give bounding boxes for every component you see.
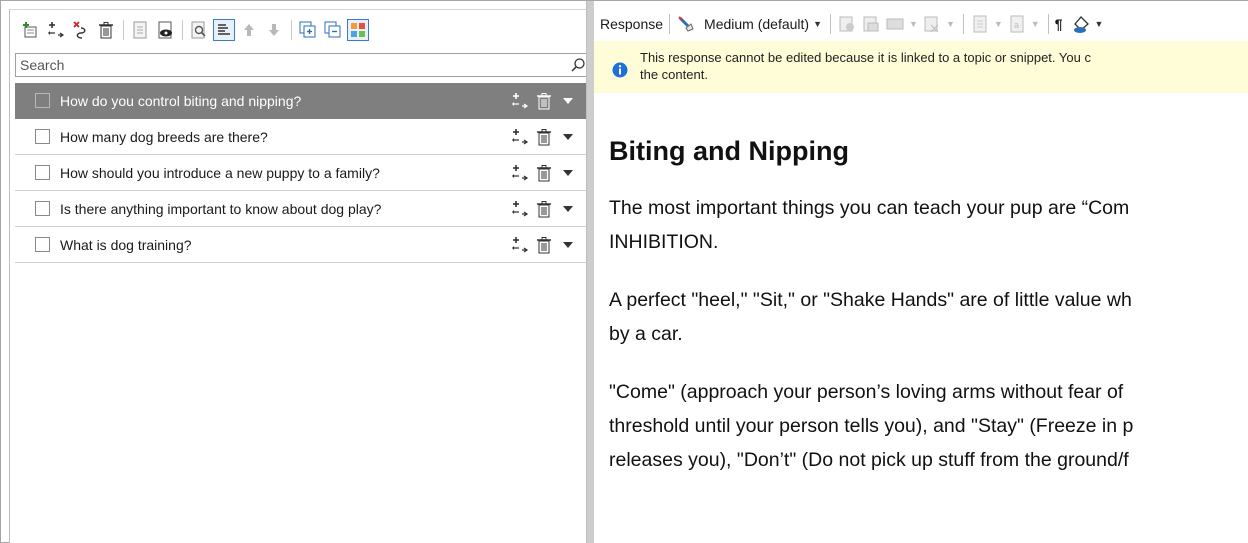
link-response-icon[interactable]: [510, 199, 530, 219]
style-dropdown-icon[interactable]: ▼: [813, 19, 822, 29]
question-checkbox[interactable]: [35, 165, 50, 180]
notice-text-line: This response cannot be edited because i…: [640, 50, 1091, 65]
toolbar-separator: [830, 14, 832, 34]
paragraph-line: "Come" (approach your person’s loving ar…: [609, 381, 1124, 403]
response-label: Response: [600, 16, 664, 32]
link-response-icon[interactable]: [510, 235, 530, 255]
insert-snippet-icon[interactable]: [861, 14, 881, 34]
link-response-icon[interactable]: [510, 127, 530, 147]
highlight-icon[interactable]: [1071, 14, 1091, 34]
document-dropdown-icon[interactable]: ▼: [994, 19, 1003, 29]
expand-all-icon[interactable]: [297, 19, 319, 41]
dropdown-arrow-icon[interactable]: [558, 199, 578, 219]
style-select[interactable]: Medium (default): [704, 16, 809, 32]
question-checkbox[interactable]: [35, 237, 50, 252]
dropdown-arrow-icon[interactable]: [558, 127, 578, 147]
search-input[interactable]: [16, 55, 567, 75]
question-text: How many dog breeds are there?: [60, 128, 268, 145]
dropdown-arrow-icon[interactable]: [558, 163, 578, 183]
document-icon[interactable]: [129, 19, 151, 41]
toolbar-separator: [1047, 14, 1049, 34]
response-content: Biting and Nipping The most important th…: [609, 136, 1248, 501]
question-row[interactable]: How many dog breeds are there?: [15, 119, 590, 155]
delete-icon[interactable]: [534, 91, 554, 111]
svg-text:a: a: [1014, 20, 1019, 30]
delete-icon[interactable]: [534, 235, 554, 255]
link-response-icon[interactable]: [510, 91, 530, 111]
read-only-notice: This response cannot be edited because i…: [594, 41, 1248, 93]
delete-icon[interactable]: [534, 199, 554, 219]
question-checkbox[interactable]: [35, 129, 50, 144]
question-text: Is there anything important to know abou…: [60, 200, 382, 217]
insert-image-icon[interactable]: [837, 14, 857, 34]
editor-toolbar: Response Medium (default) ▼ ▼ ▼ ▼ a ▼ ¶ …: [594, 9, 1248, 39]
question-checkbox[interactable]: [35, 93, 50, 108]
paragraph-line: INHIBITION.: [609, 231, 719, 253]
question-row[interactable]: How do you control biting and nipping?: [15, 83, 590, 119]
insert-table-icon[interactable]: [922, 14, 942, 34]
delete-icon[interactable]: [534, 127, 554, 147]
response-paragraph: The most important things you can teach …: [609, 191, 1248, 259]
table-dropdown-icon[interactable]: ▼: [946, 19, 955, 29]
app-window: How do you control biting and nipping? H…: [0, 0, 1248, 543]
notice-text-line: the content.: [640, 67, 708, 82]
add-response-icon[interactable]: [45, 19, 67, 41]
paragraph-line: by a car.: [609, 323, 683, 345]
toolbar-separator: [123, 20, 124, 40]
response-paragraph: A perfect "heel," "Sit," or "Shake Hands…: [609, 283, 1248, 351]
toolbar-separator: [182, 20, 183, 40]
pane-splitter[interactable]: [586, 1, 594, 543]
link-response-icon[interactable]: [510, 163, 530, 183]
collapse-all-icon[interactable]: [322, 19, 344, 41]
delete-icon[interactable]: [534, 163, 554, 183]
insert-document-icon[interactable]: [970, 14, 990, 34]
field-dropdown-icon[interactable]: ▼: [1031, 19, 1040, 29]
remove-link-icon[interactable]: [70, 19, 92, 41]
paragraph-line: threshold until your person tells you), …: [609, 415, 1134, 437]
question-text: How do you control biting and nipping?: [60, 92, 302, 109]
dropdown-arrow-icon[interactable]: [558, 91, 578, 111]
paragraph-line: The most important things you can teach …: [609, 197, 1130, 219]
toolbar-separator: [291, 20, 292, 40]
response-pane: Response Medium (default) ▼ ▼ ▼ ▼ a ▼ ¶ …: [594, 1, 1248, 543]
response-heading: Biting and Nipping: [609, 136, 849, 166]
question-text: What is dog training?: [60, 236, 192, 253]
delete-icon[interactable]: [95, 19, 117, 41]
preview-icon[interactable]: [154, 19, 176, 41]
media-dropdown-icon[interactable]: ▼: [909, 19, 918, 29]
question-checkbox[interactable]: [35, 201, 50, 216]
question-row[interactable]: How should you introduce a new puppy to …: [15, 155, 590, 191]
questions-pane: How do you control biting and nipping? H…: [9, 9, 590, 543]
add-topic-icon[interactable]: [20, 19, 42, 41]
question-row[interactable]: Is there anything important to know abou…: [15, 191, 590, 227]
highlight-dropdown-icon[interactable]: ▼: [1095, 19, 1104, 29]
align-icon[interactable]: [213, 19, 235, 41]
left-toolbar: [10, 10, 588, 50]
toolbar-separator: [962, 14, 964, 34]
paragraph-line: releases you), "Don’t" (Do not pick up s…: [609, 449, 1129, 471]
response-paragraph: "Come" (approach your person’s loving ar…: [609, 375, 1248, 477]
pilcrow-icon[interactable]: ¶: [1055, 16, 1063, 32]
move-down-icon[interactable]: [263, 19, 285, 41]
insert-media-icon[interactable]: [885, 14, 905, 34]
search-box: [15, 53, 590, 77]
find-icon[interactable]: [188, 19, 210, 41]
question-row[interactable]: What is dog training?: [15, 227, 590, 263]
dropdown-arrow-icon[interactable]: [558, 235, 578, 255]
question-list: How do you control biting and nipping? H…: [15, 83, 590, 263]
question-text: How should you introduce a new puppy to …: [60, 164, 380, 181]
insert-field-icon[interactable]: a: [1007, 14, 1027, 34]
info-icon: [612, 62, 628, 78]
toolbar-separator: [669, 14, 671, 34]
format-painter-icon[interactable]: [676, 14, 696, 34]
move-up-icon[interactable]: [238, 19, 260, 41]
paragraph-line: A perfect "heel," "Sit," or "Shake Hands…: [609, 289, 1132, 311]
color-grid-icon[interactable]: [347, 19, 369, 41]
